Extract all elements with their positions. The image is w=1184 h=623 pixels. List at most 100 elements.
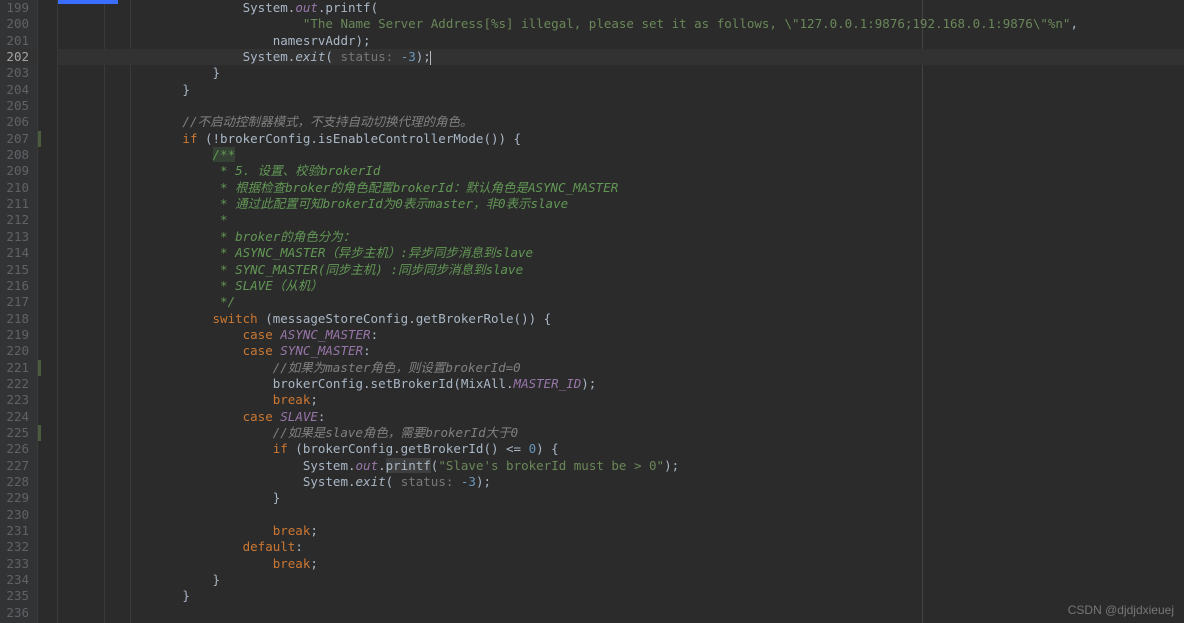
line-number[interactable]: 220 [0, 343, 37, 359]
line-number[interactable]: 219 [0, 327, 37, 343]
code-line[interactable]: System.out.printf("Slave's brokerId must… [58, 458, 1184, 474]
line-number[interactable]: 202 [0, 49, 37, 65]
line-number[interactable]: 200 [0, 16, 37, 32]
token: (brokerConfig.getBrokerId() <= [295, 441, 528, 456]
line-number[interactable]: 221 [0, 360, 37, 376]
line-number[interactable]: 224 [0, 409, 37, 425]
code-line[interactable] [58, 507, 1184, 523]
line-number[interactable]: 208 [0, 147, 37, 163]
line-number[interactable]: 217 [0, 294, 37, 310]
line-number[interactable]: 232 [0, 539, 37, 555]
line-number[interactable]: 231 [0, 523, 37, 539]
change-marker [38, 131, 41, 147]
token: MASTER_ID [514, 376, 582, 391]
token: switch [213, 311, 266, 326]
token: /** [213, 147, 236, 162]
code-line[interactable]: //如果是slave角色，需要brokerId大于0 [58, 425, 1184, 441]
code-line[interactable]: System.out.printf( [58, 0, 1184, 16]
token: out [295, 0, 318, 15]
code-line[interactable]: * 5. 设置、校验brokerId [58, 163, 1184, 179]
code-line[interactable]: System.exit( status: -3); [58, 49, 1184, 65]
line-number[interactable]: 209 [0, 163, 37, 179]
line-number[interactable]: 214 [0, 245, 37, 261]
code-line[interactable]: } [58, 82, 1184, 98]
line-number[interactable]: 211 [0, 196, 37, 212]
code-line[interactable]: } [58, 572, 1184, 588]
code-line[interactable]: case ASYNC_MASTER: [58, 327, 1184, 343]
code-line[interactable]: * 通过此配置可知brokerId为0表示master，非0表示slave [58, 196, 1184, 212]
code-line[interactable]: * broker的角色分为： [58, 229, 1184, 245]
code-line[interactable]: } [58, 65, 1184, 81]
code-line[interactable]: /** [58, 147, 1184, 163]
line-number-gutter[interactable]: 1992002012022032042052062072082092102112… [0, 0, 38, 623]
code-line[interactable]: //如果为master角色，则设置brokerId=0 [58, 360, 1184, 376]
code-line[interactable]: } [58, 588, 1184, 604]
code-line[interactable]: if (!brokerConfig.isEnableControllerMode… [58, 131, 1184, 147]
code-line[interactable] [58, 98, 1184, 114]
token: case [243, 327, 281, 342]
code-line[interactable]: */ [58, 294, 1184, 310]
code-line[interactable]: break; [58, 392, 1184, 408]
code-line[interactable]: * 根据检查broker的角色配置brokerId：默认角色是ASYNC_MAS… [58, 180, 1184, 196]
line-number[interactable]: 225 [0, 425, 37, 441]
code-line[interactable]: break; [58, 556, 1184, 572]
token: exit [295, 49, 325, 64]
line-number[interactable]: 223 [0, 392, 37, 408]
line-number[interactable]: 212 [0, 212, 37, 228]
code-line[interactable]: System.exit( status: -3); [58, 474, 1184, 490]
line-number[interactable]: 228 [0, 474, 37, 490]
line-number[interactable]: 201 [0, 33, 37, 49]
token: * broker的角色分为： [213, 229, 356, 244]
line-number[interactable]: 199 [0, 0, 37, 16]
code-line[interactable]: brokerConfig.setBrokerId(MixAll.MASTER_I… [58, 376, 1184, 392]
line-number[interactable]: 213 [0, 229, 37, 245]
line-number[interactable]: 210 [0, 180, 37, 196]
line-number[interactable]: 236 [0, 605, 37, 621]
code-line[interactable]: namesrvAddr); [58, 33, 1184, 49]
code-line[interactable]: switch (messageStoreConfig.getBrokerRole… [58, 311, 1184, 327]
code-line[interactable]: //不启动控制器模式，不支持自动切换代理的角色。 [58, 114, 1184, 130]
token: break [273, 392, 311, 407]
token: if [182, 131, 205, 146]
line-number[interactable]: 230 [0, 507, 37, 523]
token: } [182, 588, 190, 603]
line-number[interactable]: 226 [0, 441, 37, 457]
code-line[interactable]: break; [58, 523, 1184, 539]
line-number[interactable]: 204 [0, 82, 37, 98]
line-number[interactable]: 216 [0, 278, 37, 294]
code-line[interactable]: } [58, 490, 1184, 506]
code-line[interactable]: * SLAVE（从机） [58, 278, 1184, 294]
line-number[interactable]: 227 [0, 458, 37, 474]
token: (!brokerConfig.isEnableControllerMode())… [205, 131, 521, 146]
code-line[interactable]: case SLAVE: [58, 409, 1184, 425]
token: ASYNC_MASTER [280, 327, 370, 342]
token: out [356, 458, 379, 473]
line-number[interactable]: 229 [0, 490, 37, 506]
line-number[interactable]: 207 [0, 131, 37, 147]
token: 0 [529, 441, 537, 456]
line-number[interactable]: 233 [0, 556, 37, 572]
code-line[interactable]: * SYNC_MASTER(同步主机) :同步同步消息到slave [58, 262, 1184, 278]
code-line[interactable] [58, 605, 1184, 621]
code-line[interactable]: default: [58, 539, 1184, 555]
fold-column[interactable] [38, 0, 58, 623]
line-number[interactable]: 235 [0, 588, 37, 604]
line-number[interactable]: 206 [0, 114, 37, 130]
code-line[interactable]: "The Name Server Address[%s] illegal, pl… [58, 16, 1184, 32]
line-number[interactable]: 218 [0, 311, 37, 327]
line-number[interactable]: 203 [0, 65, 37, 81]
line-number[interactable]: 222 [0, 376, 37, 392]
token: ); [476, 474, 491, 489]
token: : [318, 409, 326, 424]
code-line[interactable]: * [58, 212, 1184, 228]
code-area[interactable]: System.out.printf( "The Name Server Addr… [58, 0, 1184, 623]
token: } [213, 572, 221, 587]
token: System. [243, 0, 296, 15]
code-line[interactable]: * ASYNC_MASTER（异步主机）:异步同步消息到slave [58, 245, 1184, 261]
line-number[interactable]: 215 [0, 262, 37, 278]
line-number[interactable]: 234 [0, 572, 37, 588]
code-line[interactable]: if (brokerConfig.getBrokerId() <= 0) { [58, 441, 1184, 457]
code-editor[interactable]: 1992002012022032042052062072082092102112… [0, 0, 1184, 623]
line-number[interactable]: 205 [0, 98, 37, 114]
code-line[interactable]: case SYNC_MASTER: [58, 343, 1184, 359]
